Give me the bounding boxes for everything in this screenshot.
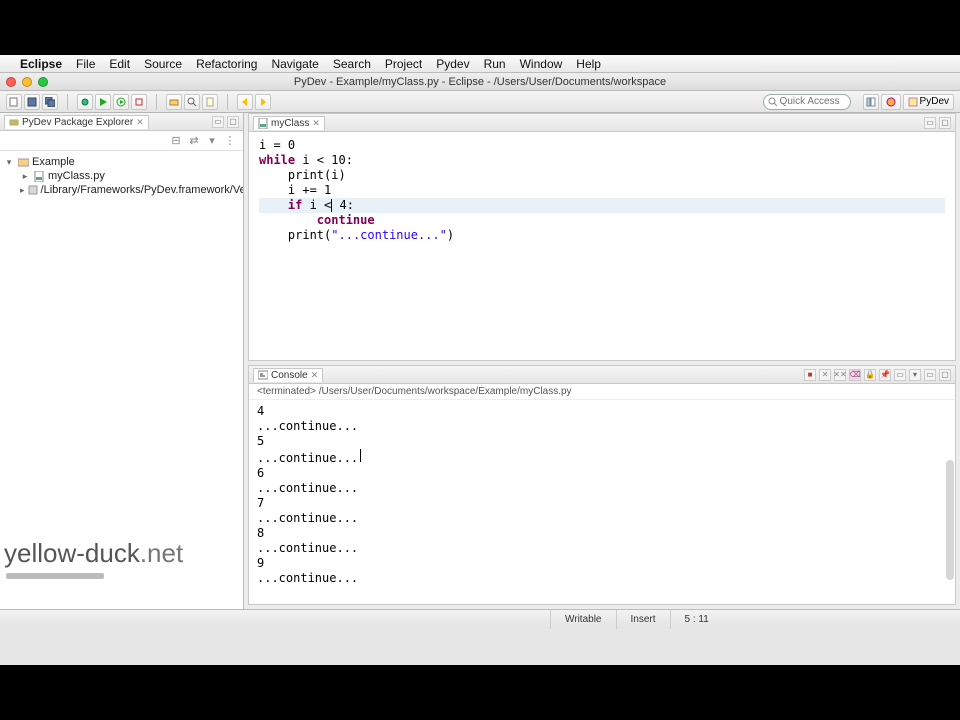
toggle-mark-icon[interactable] (202, 94, 218, 110)
status-cursor-pos: 5 : 11 (670, 610, 723, 629)
package-explorer-tab[interactable]: PyDev Package Explorer ✕ (4, 115, 149, 129)
package-icon (9, 117, 19, 127)
terminate-icon[interactable]: ■ (804, 369, 816, 381)
library-icon (28, 184, 38, 196)
magnifier-icon (768, 97, 777, 106)
menu-run[interactable]: Run (484, 57, 506, 71)
perspective-label: PyDev (920, 96, 949, 107)
menu-pydev[interactable]: Pydev (436, 57, 469, 71)
quick-access-input[interactable] (780, 96, 840, 107)
menu-project[interactable]: Project (385, 57, 422, 71)
project-icon (17, 156, 29, 168)
save-icon[interactable] (24, 94, 40, 110)
python-file-icon (33, 170, 45, 182)
close-tab-icon[interactable]: ✕ (312, 118, 320, 129)
eclipse-window: Eclipse File Edit Source Refactoring Nav… (0, 55, 960, 665)
minimize-view-icon[interactable]: ▭ (212, 116, 224, 128)
menu-edit[interactable]: Edit (109, 57, 130, 71)
menu-navigate[interactable]: Navigate (271, 57, 318, 71)
quick-access-search[interactable] (763, 94, 851, 110)
run-last-icon[interactable] (113, 94, 129, 110)
twisty-open-icon[interactable]: ▾ (4, 157, 14, 168)
console-output[interactable]: 4...continue...5...continue...6...contin… (249, 400, 955, 604)
menu-window[interactable]: Window (520, 57, 563, 71)
close-tab-icon[interactable]: ✕ (136, 117, 144, 128)
perspective-pydev[interactable]: PyDev (903, 94, 954, 110)
run-icon[interactable] (95, 94, 111, 110)
package-explorer-view: PyDev Package Explorer ✕ ▭ ▢ ⊟ ⇄ ▾ ⋮ ▾ E… (0, 113, 244, 609)
view-title: PyDev Package Explorer (22, 117, 133, 128)
remove-all-icon[interactable]: ✕✕ (834, 369, 846, 381)
debug-icon[interactable] (77, 94, 93, 110)
open-type-icon[interactable] (166, 94, 182, 110)
menu-app[interactable]: Eclipse (20, 57, 62, 71)
editor-area: myClass ✕ ▭ ▢ i = 0while i < 10: print(i… (244, 113, 960, 609)
editor-pane: myClass ✕ ▭ ▢ i = 0while i < 10: print(i… (248, 113, 956, 361)
editor-tab-label: myClass (271, 118, 309, 129)
menu-file[interactable]: File (76, 57, 95, 71)
remove-launch-icon[interactable]: ✕ (819, 369, 831, 381)
main-toolbar: PyDev (0, 91, 960, 113)
tree-file[interactable]: myClass.py (48, 170, 105, 182)
status-bar: Writable Insert 5 : 11 (0, 609, 960, 629)
console-tab-label: Console (271, 370, 308, 381)
clear-console-icon[interactable]: ⌫ (849, 369, 861, 381)
code-editor[interactable]: i = 0while i < 10: print(i) i += 1 if i … (249, 132, 955, 360)
console-header: <terminated> /Users/User/Documents/works… (249, 384, 955, 400)
twisty-closed-icon[interactable]: ▸ (20, 185, 25, 196)
tree-project[interactable]: Example (32, 156, 75, 168)
save-all-icon[interactable] (42, 94, 58, 110)
minimize-console-icon[interactable]: ▭ (924, 369, 936, 381)
pin-console-icon[interactable]: 📌 (879, 369, 891, 381)
tree-lib[interactable]: /Library/Frameworks/PyDev.framework/Vers… (41, 184, 243, 196)
display-console-icon[interactable]: ▭ (894, 369, 906, 381)
window-titlebar: PyDev - Example/myClass.py - Eclipse - /… (0, 73, 960, 91)
maximize-console-icon[interactable]: ▢ (939, 369, 951, 381)
menu-help[interactable]: Help (576, 57, 601, 71)
menu-refactoring[interactable]: Refactoring (196, 57, 257, 71)
twisty-closed-icon[interactable]: ▸ (20, 171, 30, 182)
editor-tab[interactable]: myClass ✕ (253, 116, 325, 130)
console-icon (258, 370, 268, 380)
menu-search[interactable]: Search (333, 57, 371, 71)
close-tab-icon[interactable]: ✕ (311, 370, 319, 381)
forward-icon[interactable] (255, 94, 271, 110)
status-insert: Insert (616, 610, 670, 629)
status-writable: Writable (550, 610, 616, 629)
perspective-java-icon[interactable] (881, 94, 901, 110)
back-icon[interactable] (237, 94, 253, 110)
view-menu-icon[interactable]: ⋮ (223, 134, 237, 148)
python-file-icon (258, 118, 268, 129)
console-pane: Console ✕ ■ ✕ ✕✕ ⌫ 🔒 📌 ▭ ▾ ▭ ▢ (248, 365, 956, 605)
open-console-icon[interactable]: ▾ (909, 369, 921, 381)
window-title: PyDev - Example/myClass.py - Eclipse - /… (0, 76, 960, 88)
collapse-all-icon[interactable]: ⊟ (169, 134, 183, 148)
menu-source[interactable]: Source (144, 57, 182, 71)
scroll-lock-icon[interactable]: 🔒 (864, 369, 876, 381)
console-scrollbar[interactable] (946, 460, 954, 580)
project-tree[interactable]: ▾ Example ▸ myClass.py ▸ /Library/Framew… (0, 151, 243, 609)
mac-menubar: Eclipse File Edit Source Refactoring Nav… (0, 55, 960, 73)
open-perspective-icon[interactable] (863, 94, 879, 110)
maximize-view-icon[interactable]: ▢ (227, 116, 239, 128)
minimize-editor-icon[interactable]: ▭ (924, 117, 936, 129)
new-icon[interactable] (6, 94, 22, 110)
link-editor-icon[interactable]: ⇄ (187, 134, 201, 148)
search-icon[interactable] (184, 94, 200, 110)
console-tab[interactable]: Console ✕ (253, 368, 323, 382)
maximize-editor-icon[interactable]: ▢ (939, 117, 951, 129)
filter-icon[interactable]: ▾ (205, 134, 219, 148)
external-tools-icon[interactable] (131, 94, 147, 110)
watermark-underline (6, 573, 104, 579)
workbench: PyDev Package Explorer ✕ ▭ ▢ ⊟ ⇄ ▾ ⋮ ▾ E… (0, 113, 960, 609)
